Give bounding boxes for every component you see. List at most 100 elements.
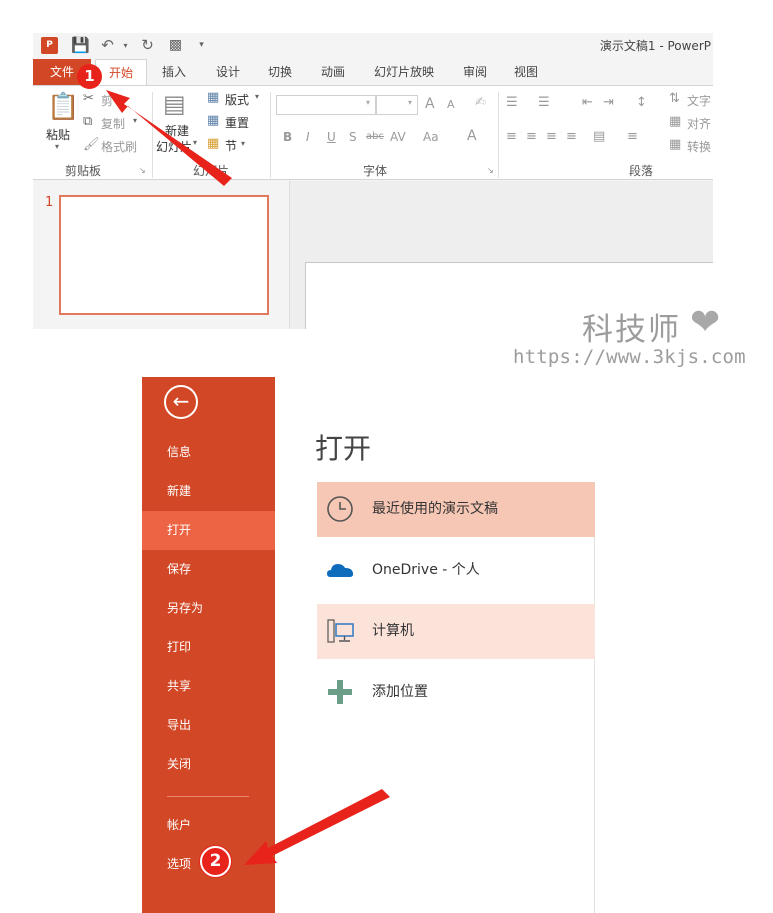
increase-indent-icon[interactable]: ⇥	[603, 95, 614, 110]
customize-qat-icon[interactable]: ▾	[193, 37, 210, 54]
reset-button[interactable]: 重置	[225, 114, 249, 131]
copy-dropdown-icon[interactable]: ▾	[133, 116, 137, 125]
place-add[interactable]: 添加位置	[317, 665, 595, 720]
tab-insert[interactable]: 插入	[155, 59, 193, 85]
nav-info[interactable]: 信息	[142, 433, 275, 472]
format-painter-icon: 🖌	[83, 137, 100, 152]
file-backstage-screenshot: ← 信息 新建 打开 保存 另存为 打印 共享 导出 关闭 帐户 选项 打开 最…	[142, 377, 595, 913]
format-painter-button[interactable]: 格式刷	[101, 138, 137, 155]
tab-design[interactable]: 设计	[209, 59, 247, 85]
ribbon-tabs: 文件 开始 插入 设计 切换 动画 幻灯片放映 审阅 视图	[33, 59, 713, 86]
align-right-icon[interactable]: ≡	[546, 129, 557, 144]
cloud-icon	[327, 564, 354, 577]
font-size-dropdown-icon[interactable]: ▾	[408, 98, 412, 107]
undo-icon[interactable]: ↶	[99, 37, 116, 54]
paste-dropdown-icon[interactable]: ▾	[55, 142, 59, 151]
align-left-icon[interactable]: ≡	[506, 129, 517, 144]
clipboard-launcher-icon[interactable]: ↘	[139, 166, 146, 175]
decrease-indent-icon[interactable]: ⇤	[582, 95, 593, 110]
back-arrow-icon[interactable]: ←	[164, 385, 198, 419]
line-spacing-icon[interactable]: ↕	[636, 95, 647, 110]
copy-button[interactable]: 复制	[101, 115, 125, 132]
new-slide-dropdown-icon[interactable]: ▾	[193, 138, 197, 147]
nav-print[interactable]: 打印	[142, 628, 275, 667]
convert-smartart-button[interactable]: 转换	[687, 138, 711, 155]
place-label: 最近使用的演示文稿	[372, 501, 498, 517]
new-slide-label-2[interactable]: 幻灯片	[156, 138, 192, 155]
grow-font-button[interactable]: A	[425, 96, 435, 112]
text-direction-button[interactable]: 文字	[687, 92, 711, 109]
paste-icon[interactable]: 📋	[47, 92, 79, 122]
bullets-icon[interactable]: ☰	[506, 95, 518, 110]
layout-dropdown-icon[interactable]: ▾	[255, 92, 259, 101]
justify-icon[interactable]: ≡	[566, 129, 577, 144]
clock-icon	[327, 496, 353, 522]
nav-share[interactable]: 共享	[142, 667, 275, 706]
tab-review[interactable]: 审阅	[456, 59, 494, 85]
step-badge-2: 2	[200, 846, 231, 877]
shadow-button[interactable]: S	[349, 130, 357, 144]
new-slide-label[interactable]: 新建	[165, 122, 189, 139]
tab-animations[interactable]: 动画	[314, 59, 352, 85]
section-dropdown-icon[interactable]: ▾	[241, 139, 245, 148]
place-label: OneDrive - 个人	[372, 562, 480, 578]
save-icon[interactable]: 💾	[71, 37, 90, 54]
change-case-button[interactable]: Aa	[423, 130, 439, 144]
backstage-content: 打开 最近使用的演示文稿 OneDrive - 个人 计算机 添加位置	[275, 377, 595, 913]
slides-group-label: 幻灯片	[193, 164, 230, 178]
place-onedrive[interactable]: OneDrive - 个人	[317, 543, 595, 598]
place-recent[interactable]: 最近使用的演示文稿	[317, 482, 595, 537]
nav-account[interactable]: 帐户	[142, 806, 275, 845]
font-color-button[interactable]: A	[467, 128, 477, 144]
font-name-dropdown-icon[interactable]: ▾	[366, 98, 370, 107]
bold-button[interactable]: B	[283, 130, 292, 144]
align-text-button[interactable]: 对齐	[687, 115, 711, 132]
group-divider	[270, 92, 271, 178]
italic-button[interactable]: I	[306, 130, 310, 144]
place-computer[interactable]: 计算机	[317, 604, 595, 659]
nav-open[interactable]: 打开	[142, 511, 275, 550]
tab-home[interactable]: 开始	[95, 59, 147, 86]
underline-button[interactable]: U	[327, 130, 336, 144]
present-from-start-icon[interactable]: ▩	[167, 37, 184, 54]
place-label: 添加位置	[372, 684, 428, 700]
numbering-icon[interactable]: ☰	[538, 95, 550, 110]
redo-icon[interactable]: ↻	[139, 37, 156, 54]
reset-icon: ▦	[207, 113, 220, 128]
cut-button[interactable]: 剪	[101, 92, 113, 109]
undo-dropdown-icon[interactable]: ▾	[117, 37, 134, 54]
align-center-icon[interactable]: ≡	[526, 129, 537, 144]
slide-number: 1	[45, 195, 54, 210]
font-group-label: 字体	[363, 164, 388, 178]
place-label: 计算机	[372, 623, 414, 639]
nav-export[interactable]: 导出	[142, 706, 275, 745]
slide-thumbnail[interactable]	[59, 195, 269, 315]
section-button[interactable]: 节	[225, 137, 237, 154]
window-title: 演示文稿1 - PowerP	[599, 39, 711, 53]
new-slide-icon[interactable]: ▤	[163, 90, 186, 118]
columns-icon[interactable]: ≡	[627, 129, 638, 144]
group-divider	[498, 92, 499, 178]
strikethrough-button[interactable]: abc	[366, 131, 384, 142]
tab-view[interactable]: 视图	[507, 59, 545, 85]
nav-new[interactable]: 新建	[142, 472, 275, 511]
tab-transitions[interactable]: 切换	[261, 59, 299, 85]
font-name-box[interactable]	[276, 95, 376, 115]
layout-button[interactable]: 版式	[225, 91, 249, 108]
watermark-url: https://www.3kjs.com	[513, 346, 746, 368]
nav-close[interactable]: 关闭	[142, 745, 275, 784]
shrink-font-button[interactable]: A	[447, 98, 455, 111]
paste-button[interactable]: 粘贴	[46, 126, 70, 143]
nav-save-as[interactable]: 另存为	[142, 589, 275, 628]
open-locations-list: 最近使用的演示文稿 OneDrive - 个人 计算机 添加位置	[317, 482, 595, 913]
heart-icon: ❤	[690, 302, 721, 343]
distribute-icon[interactable]: ▤	[593, 129, 605, 144]
char-spacing-button[interactable]: AV	[390, 130, 406, 144]
font-launcher-icon[interactable]: ↘	[487, 166, 494, 175]
nav-save[interactable]: 保存	[142, 550, 275, 589]
tab-slideshow[interactable]: 幻灯片放映	[368, 59, 440, 85]
clear-format-icon[interactable]: ✍	[475, 95, 486, 110]
align-text-icon: ▦	[669, 114, 682, 129]
clipboard-group-label: 剪贴板	[65, 164, 102, 178]
watermark-title: 科技师	[582, 312, 681, 348]
